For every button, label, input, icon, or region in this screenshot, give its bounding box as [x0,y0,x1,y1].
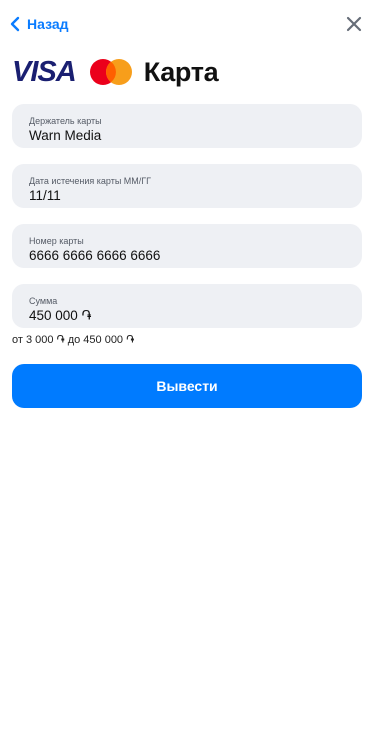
top-bar: Назад [0,0,372,48]
card-holder-value: Warn Media [29,128,102,143]
back-label: Назад [27,16,69,32]
chevron-left-icon [10,16,20,32]
card-number-value: 6666 6666 6666 6666 [29,248,161,263]
page-title: Карта [143,56,219,87]
amount-limits-hint: от 3 000 ֏ до 450 000 ֏ [12,334,135,346]
close-icon [346,16,362,32]
expiry-date-label: Дата истечения карты ММ/ГГ [29,176,152,186]
amount-field[interactable]: Сумма 450 000 ֏ [12,284,362,328]
visa-logo: VISA [12,55,77,88]
back-button[interactable]: Назад [10,13,69,35]
card-number-label: Номер карты [29,236,84,246]
expiry-date-field[interactable]: Дата истечения карты ММ/ГГ 11/11 [12,164,362,208]
card-holder-field[interactable]: Держатель карты Warn Media [12,104,362,148]
brand-row: VISA Карта [12,52,219,92]
close-button[interactable] [344,14,364,34]
mastercard-logo-icon [89,59,132,85]
amount-value: 450 000 ֏ [29,308,92,323]
amount-label: Сумма [29,296,58,306]
card-number-field[interactable]: Номер карты 6666 6666 6666 6666 [12,224,362,268]
card-holder-label: Держатель карты [29,116,102,126]
withdraw-button[interactable]: Вывести [12,364,362,408]
expiry-date-value: 11/11 [29,188,61,203]
